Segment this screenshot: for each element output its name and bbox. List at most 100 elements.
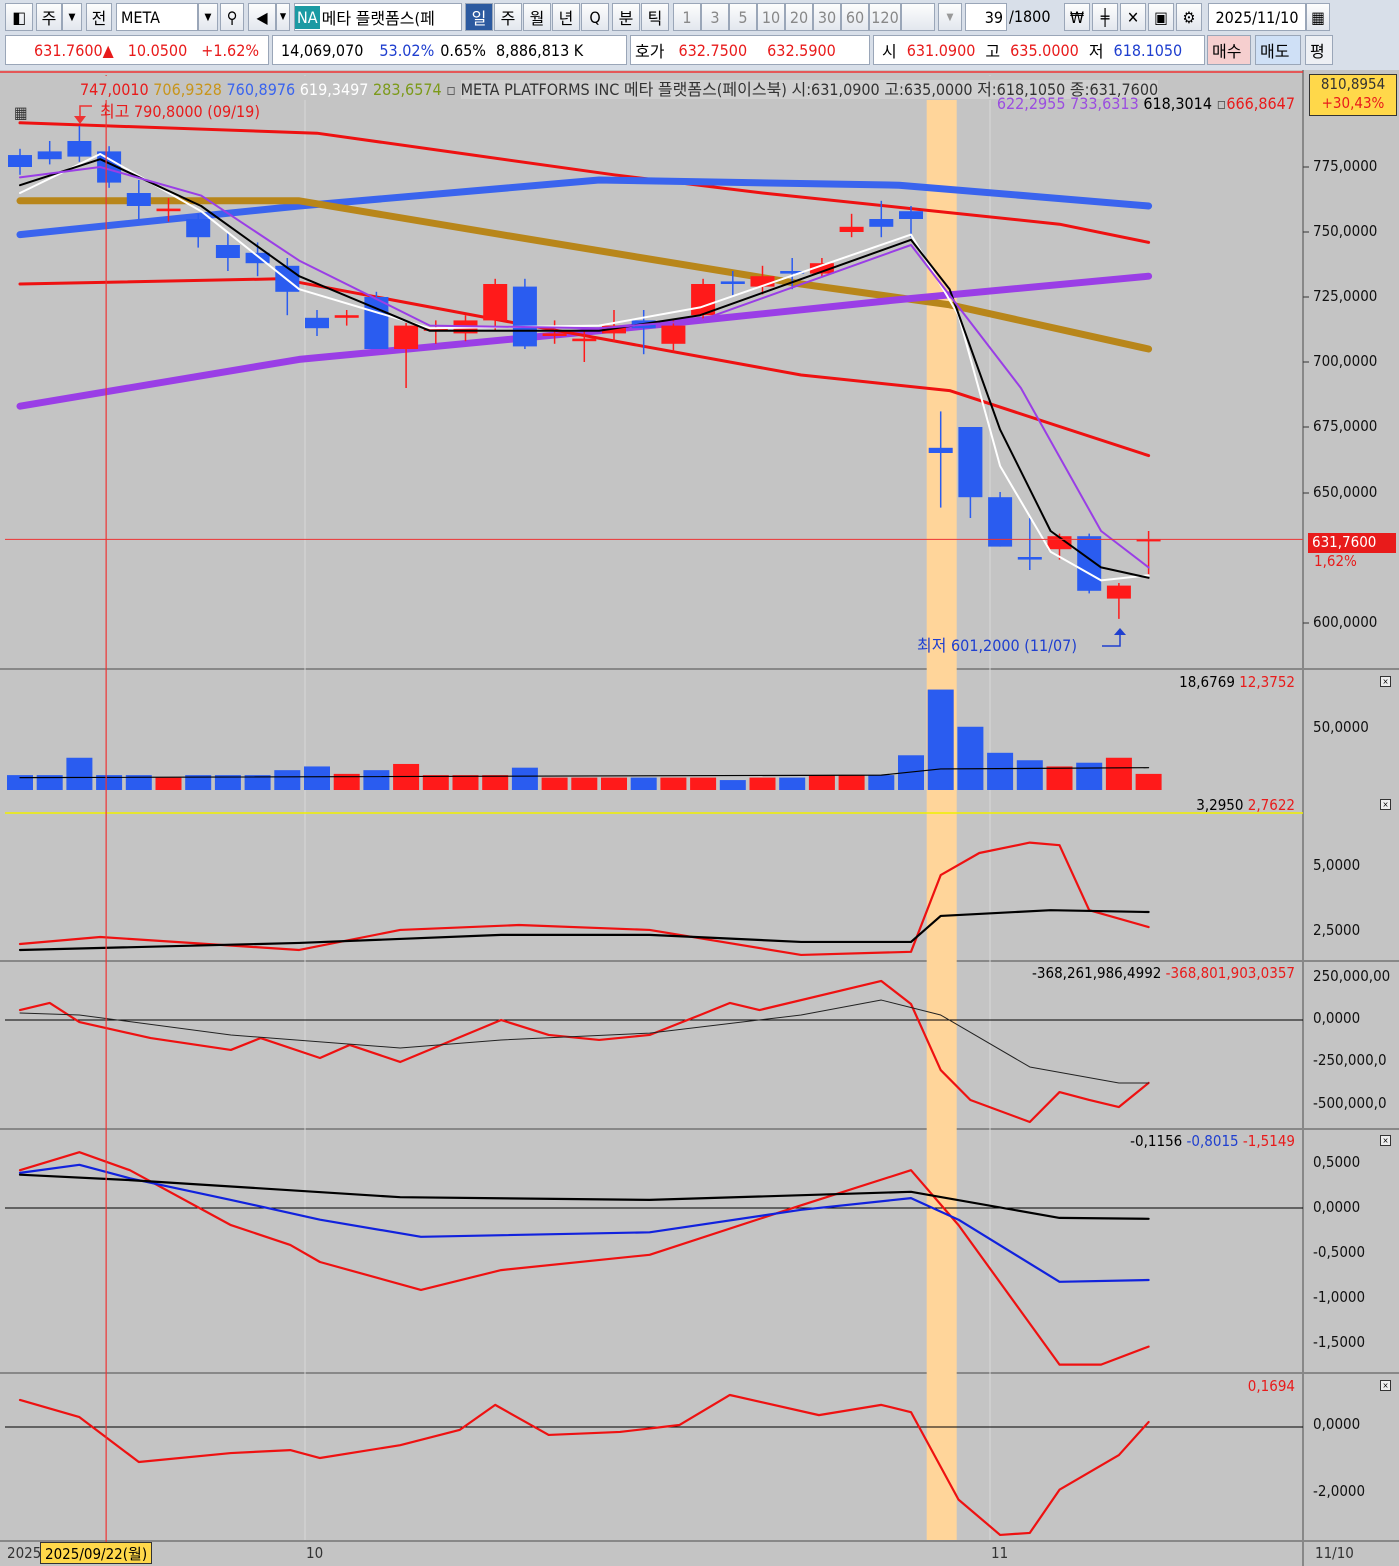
interval-1[interactable]: 1 [673, 3, 701, 31]
p5-axis-label: 0,0000 [1313, 1198, 1361, 1216]
legend-ma7: 733,6313 [1070, 94, 1139, 113]
speaker-icon[interactable]: ◀ [248, 3, 276, 31]
max-price-value: 810,8954 [1320, 75, 1386, 93]
volume-bar [927, 689, 954, 790]
low-annotation: 최저 601,2000 (11/07) [917, 636, 1077, 655]
max-price-box: 810,8954 +30,43% [1309, 74, 1397, 116]
market-dropdown-icon[interactable]: ▼ [62, 3, 82, 31]
period-week[interactable]: 주 [494, 3, 522, 31]
period-tick[interactable]: 틱 [641, 3, 669, 31]
max-price-pct: +30,43% [1321, 94, 1385, 112]
ohl-box: 시 631.0900 고 635.0000 저 618.1050 [873, 35, 1205, 65]
all-button[interactable]: 전 [86, 3, 112, 31]
volume-bar [601, 777, 627, 790]
price-axis-label: 650,0000 [1313, 483, 1378, 501]
volume-bar [511, 767, 538, 790]
panel-close-icon[interactable]: × [1380, 676, 1391, 687]
candle-body [215, 245, 240, 258]
p5-osc-value: -1,5149 [1242, 1132, 1295, 1150]
chart-area[interactable] [0, 70, 1399, 1566]
candle-body [958, 427, 983, 498]
interval-120[interactable]: 120 [869, 3, 901, 31]
volume-bar [868, 775, 895, 790]
bar-count-input[interactable]: 39 [965, 3, 1007, 31]
candle-body [512, 286, 537, 347]
low-price: 618.1050 [1113, 40, 1183, 60]
candle-body [305, 317, 329, 329]
legend-ma2: 706,9328 [153, 80, 222, 99]
candle-add-icon[interactable]: ╪ [1092, 3, 1118, 31]
period-month[interactable]: 월 [523, 3, 551, 31]
save-icon[interactable]: ▣ [1148, 3, 1174, 31]
panel-divider [0, 1128, 1399, 1130]
current-pct-label: 1,62% [1314, 552, 1357, 570]
panel-divider [0, 668, 1399, 670]
interval-60[interactable]: 60 [841, 3, 869, 31]
p4-series-line [19, 999, 1150, 1084]
volume-box: 14,069,070 53.02% 0.65% 8,886,813 K [272, 35, 627, 65]
p4-signal-value: -368,801,903,0357 [1165, 964, 1295, 982]
period-minute[interactable]: 분 [612, 3, 640, 31]
symbol-dropdown-icon[interactable]: ▼ [198, 3, 218, 31]
x-axis-start: 2025 [7, 1544, 42, 1562]
panel-close-icon[interactable]: × [1380, 1380, 1391, 1391]
sell-button[interactable]: 매도 [1255, 35, 1301, 65]
panel-toggle-icon[interactable]: ◧ [5, 3, 33, 31]
p3-series-line [18, 909, 1150, 952]
candle-body [186, 219, 211, 238]
p6-value: 0,1694 [1247, 1377, 1295, 1395]
legend-ma9: 666,8647 [1226, 94, 1295, 113]
line-add-icon[interactable]: ✕ [1120, 3, 1146, 31]
high-label: 고 [985, 42, 1001, 61]
candle-body [928, 447, 953, 453]
period-year[interactable]: 년 [552, 3, 580, 31]
interval-10[interactable]: 10 [757, 3, 785, 31]
date-input[interactable]: 2025/11/10 [1208, 3, 1306, 31]
volume-bar [482, 775, 509, 790]
gear-icon[interactable]: ⚙ [1176, 3, 1202, 31]
volume-axis-label: 50,0000 [1313, 718, 1369, 736]
interval-30[interactable]: 30 [813, 3, 841, 31]
low-marker-arrowhead [1114, 628, 1126, 635]
p6-series-line [18, 1393, 1150, 1537]
panel-close-icon[interactable]: × [1380, 1135, 1391, 1146]
panel-close-icon[interactable]: × [1380, 799, 1391, 810]
candle-body [542, 333, 567, 336]
candle-body [869, 219, 894, 227]
symbol-input[interactable]: META [116, 3, 198, 31]
custom-interval-input[interactable] [901, 3, 935, 31]
grid-table-icon[interactable]: ▦ [14, 103, 28, 122]
legend-ma3: 760,8976 [226, 80, 296, 99]
currency-icon[interactable]: ₩ [1064, 3, 1090, 31]
search-icon[interactable]: ⚲ [220, 3, 244, 31]
p5-value: -0,1156 [1130, 1132, 1183, 1150]
interval-5[interactable]: 5 [729, 3, 757, 31]
interval-20[interactable]: 20 [785, 3, 813, 31]
buy-button[interactable]: 매수 [1207, 35, 1251, 65]
interval-3[interactable]: 3 [701, 3, 729, 31]
ask-price: 632.7500 [678, 40, 748, 60]
high-annotation: 최고 790,8000 (09/19) [100, 102, 260, 121]
p5-values: -0,1156 -0,8015 -1,5149 [1130, 1132, 1295, 1150]
x-axis-oct: 10 [306, 1544, 324, 1562]
price-change: 10.0500 [127, 40, 188, 60]
candle-body [720, 281, 745, 284]
volume-ratio: 53.02% [379, 40, 435, 60]
interval-dropdown-icon[interactable]: ▼ [938, 3, 962, 31]
p6-axis-label: 0,0000 [1313, 1415, 1361, 1433]
legend-ma1: 747,0010 [80, 80, 149, 99]
period-day[interactable]: 일 [465, 3, 493, 31]
p3-values: 3,2950 2,7622 [1196, 796, 1295, 814]
calendar-icon[interactable]: ▦ [1306, 3, 1330, 31]
price-axis-label: 750,0000 [1313, 222, 1378, 240]
p5-axis-label: -1,0000 [1313, 1288, 1366, 1306]
p3-value: 3,2950 [1196, 796, 1244, 814]
speaker-dropdown-icon[interactable]: ▼ [276, 3, 290, 31]
p5-series-line [18, 1173, 1150, 1220]
panel-divider [0, 1372, 1399, 1374]
volume-ma-value: 12,3752 [1239, 673, 1295, 691]
avg-button[interactable]: 평 [1305, 35, 1333, 65]
stock-name-field[interactable]: NA 메타 플랫폼스(페 [294, 3, 462, 31]
market-select[interactable]: 주 [36, 3, 62, 31]
period-quarter[interactable]: Q [581, 3, 609, 31]
